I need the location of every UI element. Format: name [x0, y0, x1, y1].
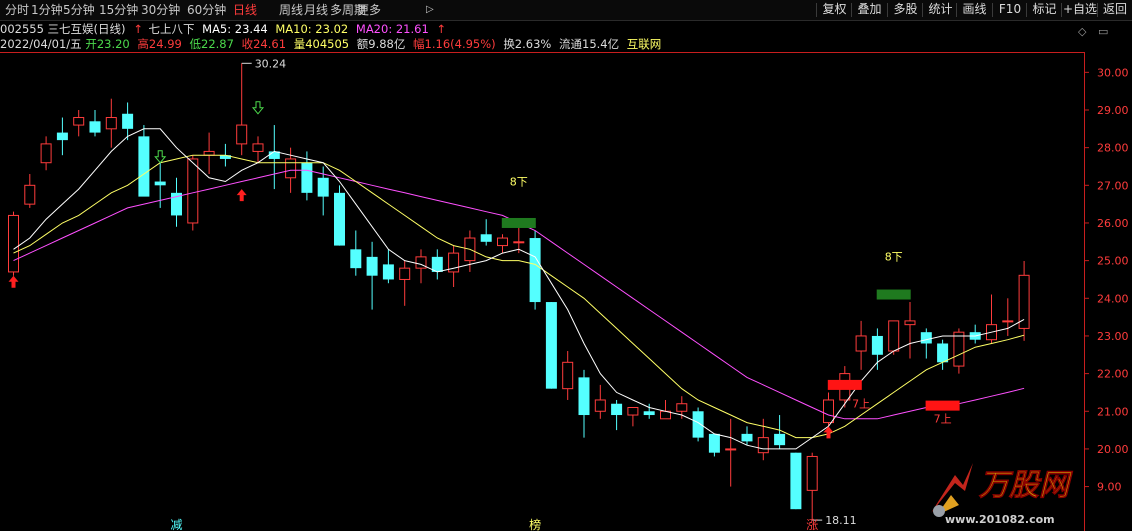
rocket-logo-icon: [931, 463, 973, 517]
price-tick-label: 20.00: [1097, 443, 1129, 456]
price-tick-label: 28.00: [1097, 142, 1129, 155]
candle-body[interactable]: [56, 132, 68, 141]
candle-body[interactable]: [676, 403, 688, 412]
candle-body[interactable]: [40, 143, 52, 164]
candlestick-chart[interactable]: 9.0020.0021.0022.0023.0024.0025.0026.002…: [0, 0, 1132, 531]
candle-body[interactable]: [301, 162, 313, 193]
event-marker[interactable]: 涨: [806, 517, 818, 531]
candle-body[interactable]: [692, 411, 704, 438]
candle-body[interactable]: [8, 214, 19, 273]
candle-body[interactable]: [578, 377, 590, 416]
candle-body[interactable]: [187, 158, 199, 224]
candle-body[interactable]: [757, 437, 769, 454]
candle-body[interactable]: [643, 411, 655, 416]
candle-body[interactable]: [203, 150, 215, 156]
candle-body[interactable]: [529, 238, 541, 303]
price-tick-label: 23.00: [1097, 330, 1129, 343]
candle-body[interactable]: [89, 121, 101, 133]
price-tick-label: 25.00: [1097, 255, 1129, 268]
candle-body[interactable]: [317, 177, 329, 197]
ma20-line: [13, 169, 1025, 420]
candle-body[interactable]: [741, 433, 753, 442]
ma10-line: [13, 154, 1025, 439]
candle-body[interactable]: [334, 192, 345, 246]
candle-body[interactable]: [562, 361, 574, 390]
candle-body[interactable]: [122, 113, 134, 129]
signal-bar: [925, 400, 960, 411]
price-tick-label: 21.00: [1097, 405, 1129, 418]
signal-label: 7上: [852, 398, 870, 411]
candle-body[interactable]: [594, 399, 606, 412]
candle-body[interactable]: [774, 433, 786, 446]
candle-body[interactable]: [252, 143, 264, 152]
candle-body[interactable]: [871, 335, 883, 355]
candle-body[interactable]: [1018, 274, 1030, 329]
signal-label: 7上: [934, 413, 952, 426]
watermark-brand: 万股网: [978, 468, 1073, 503]
candle-body[interactable]: [806, 455, 818, 491]
candle-body[interactable]: [545, 302, 557, 389]
candle-body[interactable]: [920, 332, 932, 344]
candle-body[interactable]: [138, 136, 150, 197]
candle-body[interactable]: [105, 117, 117, 130]
watermark-url: www.201082.com: [945, 513, 1055, 526]
candle-body[interactable]: [823, 399, 834, 424]
candle-body[interactable]: [382, 264, 394, 280]
signal-bar: [501, 217, 536, 228]
candle-body[interactable]: [888, 320, 900, 352]
candle-body[interactable]: [904, 320, 916, 326]
candle-body[interactable]: [285, 158, 297, 179]
price-tick-label: 24.00: [1097, 292, 1129, 305]
candle-body[interactable]: [350, 249, 362, 269]
candle-body[interactable]: [1002, 320, 1014, 323]
price-tick-label: 30.00: [1097, 66, 1129, 79]
candle-body[interactable]: [366, 256, 378, 276]
candle-body[interactable]: [236, 124, 248, 145]
signal-bar: [876, 289, 911, 300]
buy-arrow-icon: [8, 275, 19, 288]
candle-body[interactable]: [953, 331, 965, 367]
price-tick-label: 26.00: [1097, 217, 1129, 230]
candle-body[interactable]: [73, 117, 85, 126]
signal-bar: [827, 379, 862, 390]
candle-body[interactable]: [24, 184, 36, 205]
candle-body[interactable]: [725, 448, 737, 451]
candle-body[interactable]: [937, 343, 949, 363]
event-marker[interactable]: 榜: [529, 517, 541, 531]
candle-body[interactable]: [154, 181, 166, 186]
candle-body[interactable]: [399, 267, 411, 280]
signal-label: 8下: [885, 251, 903, 264]
price-tick-label: 22.00: [1097, 368, 1129, 381]
price-tick-label: 27.00: [1097, 179, 1129, 192]
sell-arrow-icon: [154, 150, 167, 164]
min-price-label: 18.11: [825, 514, 857, 527]
sell-arrow-icon: [251, 101, 265, 115]
candle-body[interactable]: [480, 234, 492, 242]
candle-body[interactable]: [855, 335, 867, 352]
watermark-logo: 万股网 www.201082.com: [931, 463, 1073, 526]
candle-body[interactable]: [790, 452, 802, 510]
max-price-label: 30.24: [255, 57, 287, 70]
price-tick-label: 29.00: [1097, 104, 1129, 117]
candle-body[interactable]: [513, 241, 525, 244]
candle-body[interactable]: [611, 403, 623, 416]
candle-body[interactable]: [708, 433, 720, 453]
candle-body[interactable]: [497, 237, 508, 247]
buy-arrow-icon: [236, 189, 247, 202]
signal-label: 8下: [510, 175, 528, 188]
candle-body[interactable]: [627, 407, 639, 416]
event-marker[interactable]: 减: [170, 518, 182, 531]
